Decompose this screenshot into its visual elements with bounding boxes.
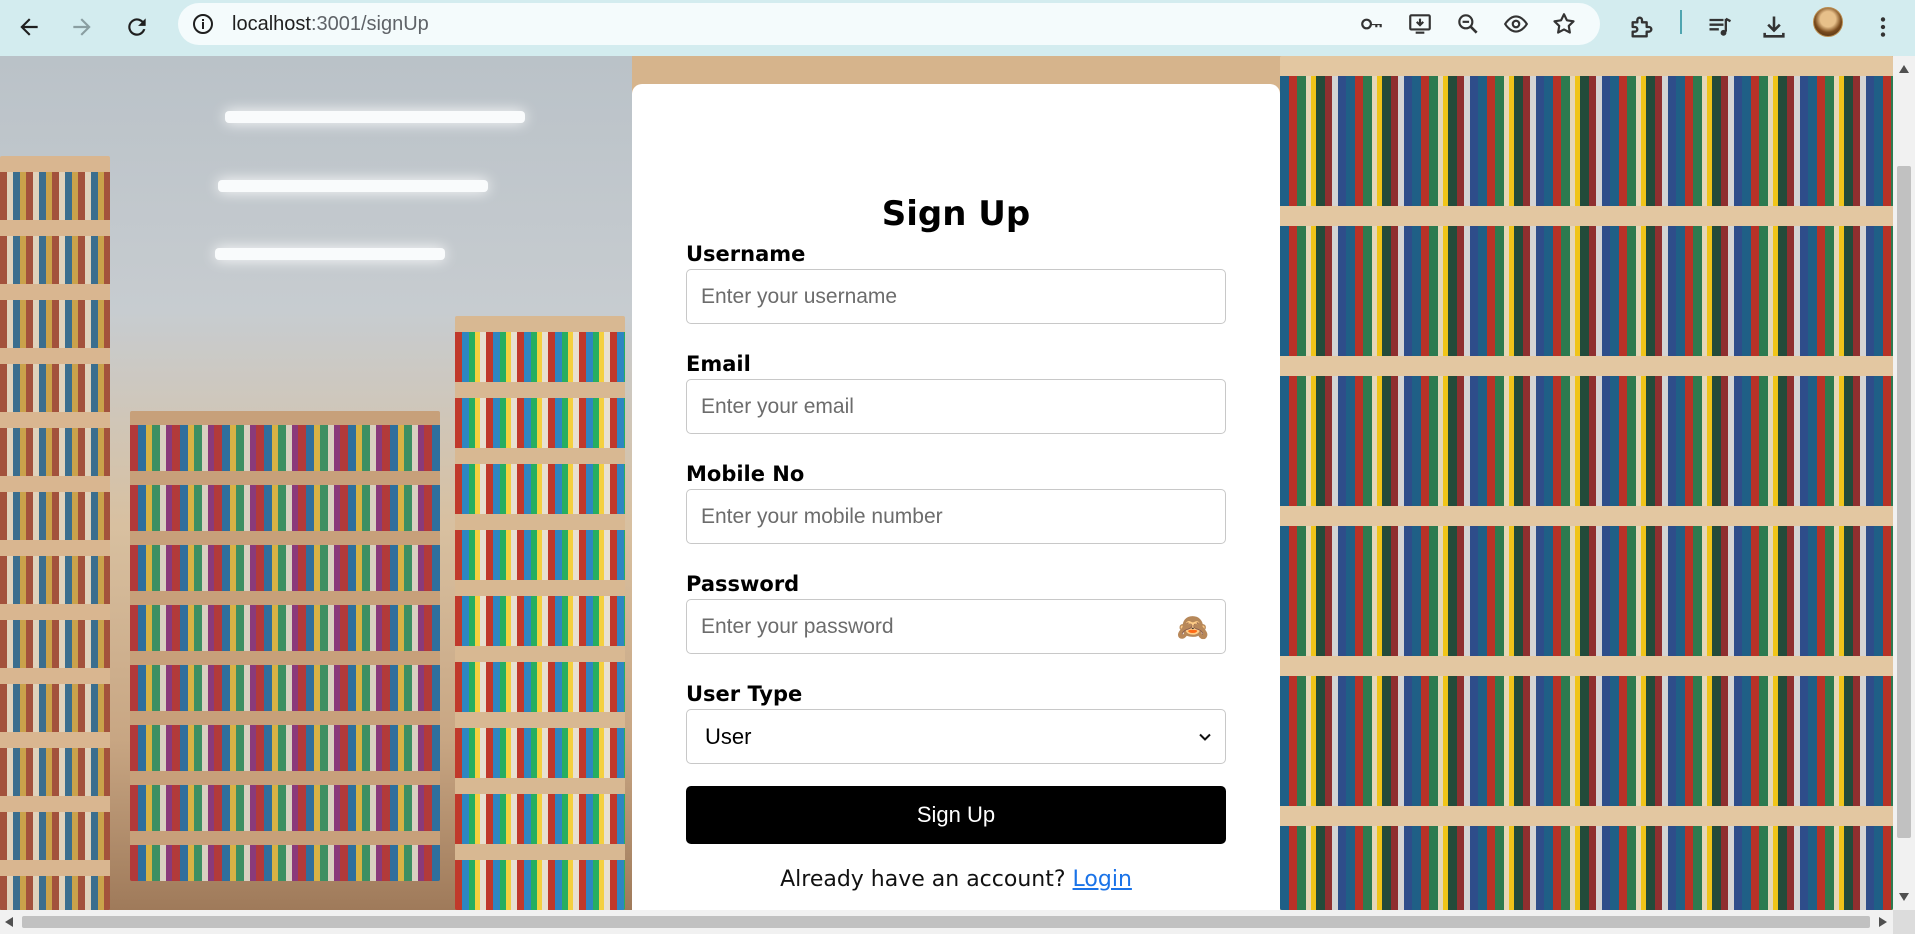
zoom-icon[interactable] <box>1454 10 1482 38</box>
profile-avatar[interactable] <box>1813 7 1843 37</box>
browser-toolbar: localhost:3001/signUp <box>0 0 1915 56</box>
user-type-label: User Type <box>686 682 803 706</box>
scroll-left-arrow-icon[interactable] <box>4 916 14 928</box>
site-info-icon[interactable] <box>188 9 218 39</box>
login-link[interactable]: Login <box>1073 867 1132 892</box>
reload-button[interactable] <box>116 6 158 48</box>
arrow-left-icon <box>20 18 38 36</box>
eye-icon[interactable] <box>1502 10 1530 38</box>
chevron-down-icon <box>1199 733 1211 741</box>
bookshelf <box>0 156 110 910</box>
horizontal-scrollbar-thumb[interactable] <box>22 916 1870 928</box>
url-host: localhost <box>232 13 311 35</box>
signup-card: Sign Up Username Email Mobile No Passwor… <box>632 84 1280 910</box>
media-controls-icon[interactable] <box>1701 8 1739 46</box>
bookshelf <box>1280 56 1893 910</box>
bookshelf-wall <box>1280 56 1893 910</box>
scroll-down-arrow-icon[interactable] <box>1898 892 1910 902</box>
url-path: :3001/signUp <box>310 13 429 35</box>
password-visibility-toggle-icon[interactable]: 🙈 <box>1176 610 1210 644</box>
ceiling-light <box>215 248 445 260</box>
mobile-label: Mobile No <box>686 462 805 486</box>
ceiling-light <box>225 111 525 123</box>
bookshelf <box>455 316 625 910</box>
key-icon[interactable] <box>1358 10 1386 38</box>
vertical-scrollbar[interactable] <box>1893 56 1915 910</box>
username-label: Username <box>686 242 806 266</box>
horizontal-scrollbar[interactable] <box>0 910 1893 934</box>
user-type-selected-value: User <box>705 723 752 749</box>
arrow-right-icon <box>73 18 91 36</box>
username-input[interactable] <box>686 269 1226 324</box>
scrollbar-corner <box>1893 910 1915 934</box>
reload-icon <box>128 18 146 36</box>
page-viewport: Sign Up Username Email Mobile No Passwor… <box>0 56 1893 910</box>
mobile-input[interactable] <box>686 489 1226 544</box>
bookshelf <box>130 411 440 881</box>
toolbar-separator <box>1680 10 1682 34</box>
library-aisle-image <box>0 56 632 910</box>
scroll-right-arrow-icon[interactable] <box>1878 916 1888 928</box>
address-bar[interactable]: localhost:3001/signUp <box>178 3 1600 45</box>
password-input[interactable] <box>686 599 1226 654</box>
download-icon[interactable] <box>1755 8 1793 46</box>
login-prompt: Already have an account? Login <box>632 867 1280 892</box>
email-label: Email <box>686 352 751 376</box>
page-title: Sign Up <box>881 194 1031 234</box>
password-label: Password <box>686 572 800 596</box>
vertical-scrollbar-thumb[interactable] <box>1897 166 1911 838</box>
ceiling-light <box>218 180 488 192</box>
login-prompt-text: Already have an account? <box>780 867 1066 892</box>
user-type-select[interactable]: User <box>686 709 1226 764</box>
url-text[interactable]: localhost:3001/signUp <box>232 13 429 36</box>
forward-button[interactable] <box>61 6 103 48</box>
extensions-icon[interactable] <box>1623 8 1661 46</box>
menu-kebab-icon[interactable] <box>1864 8 1902 46</box>
email-input[interactable] <box>686 379 1226 434</box>
install-app-icon[interactable] <box>1406 10 1434 38</box>
scroll-up-arrow-icon[interactable] <box>1898 64 1910 74</box>
bookmark-star-icon[interactable] <box>1550 10 1578 38</box>
back-button[interactable] <box>8 6 50 48</box>
signup-button[interactable]: Sign Up <box>686 786 1226 844</box>
